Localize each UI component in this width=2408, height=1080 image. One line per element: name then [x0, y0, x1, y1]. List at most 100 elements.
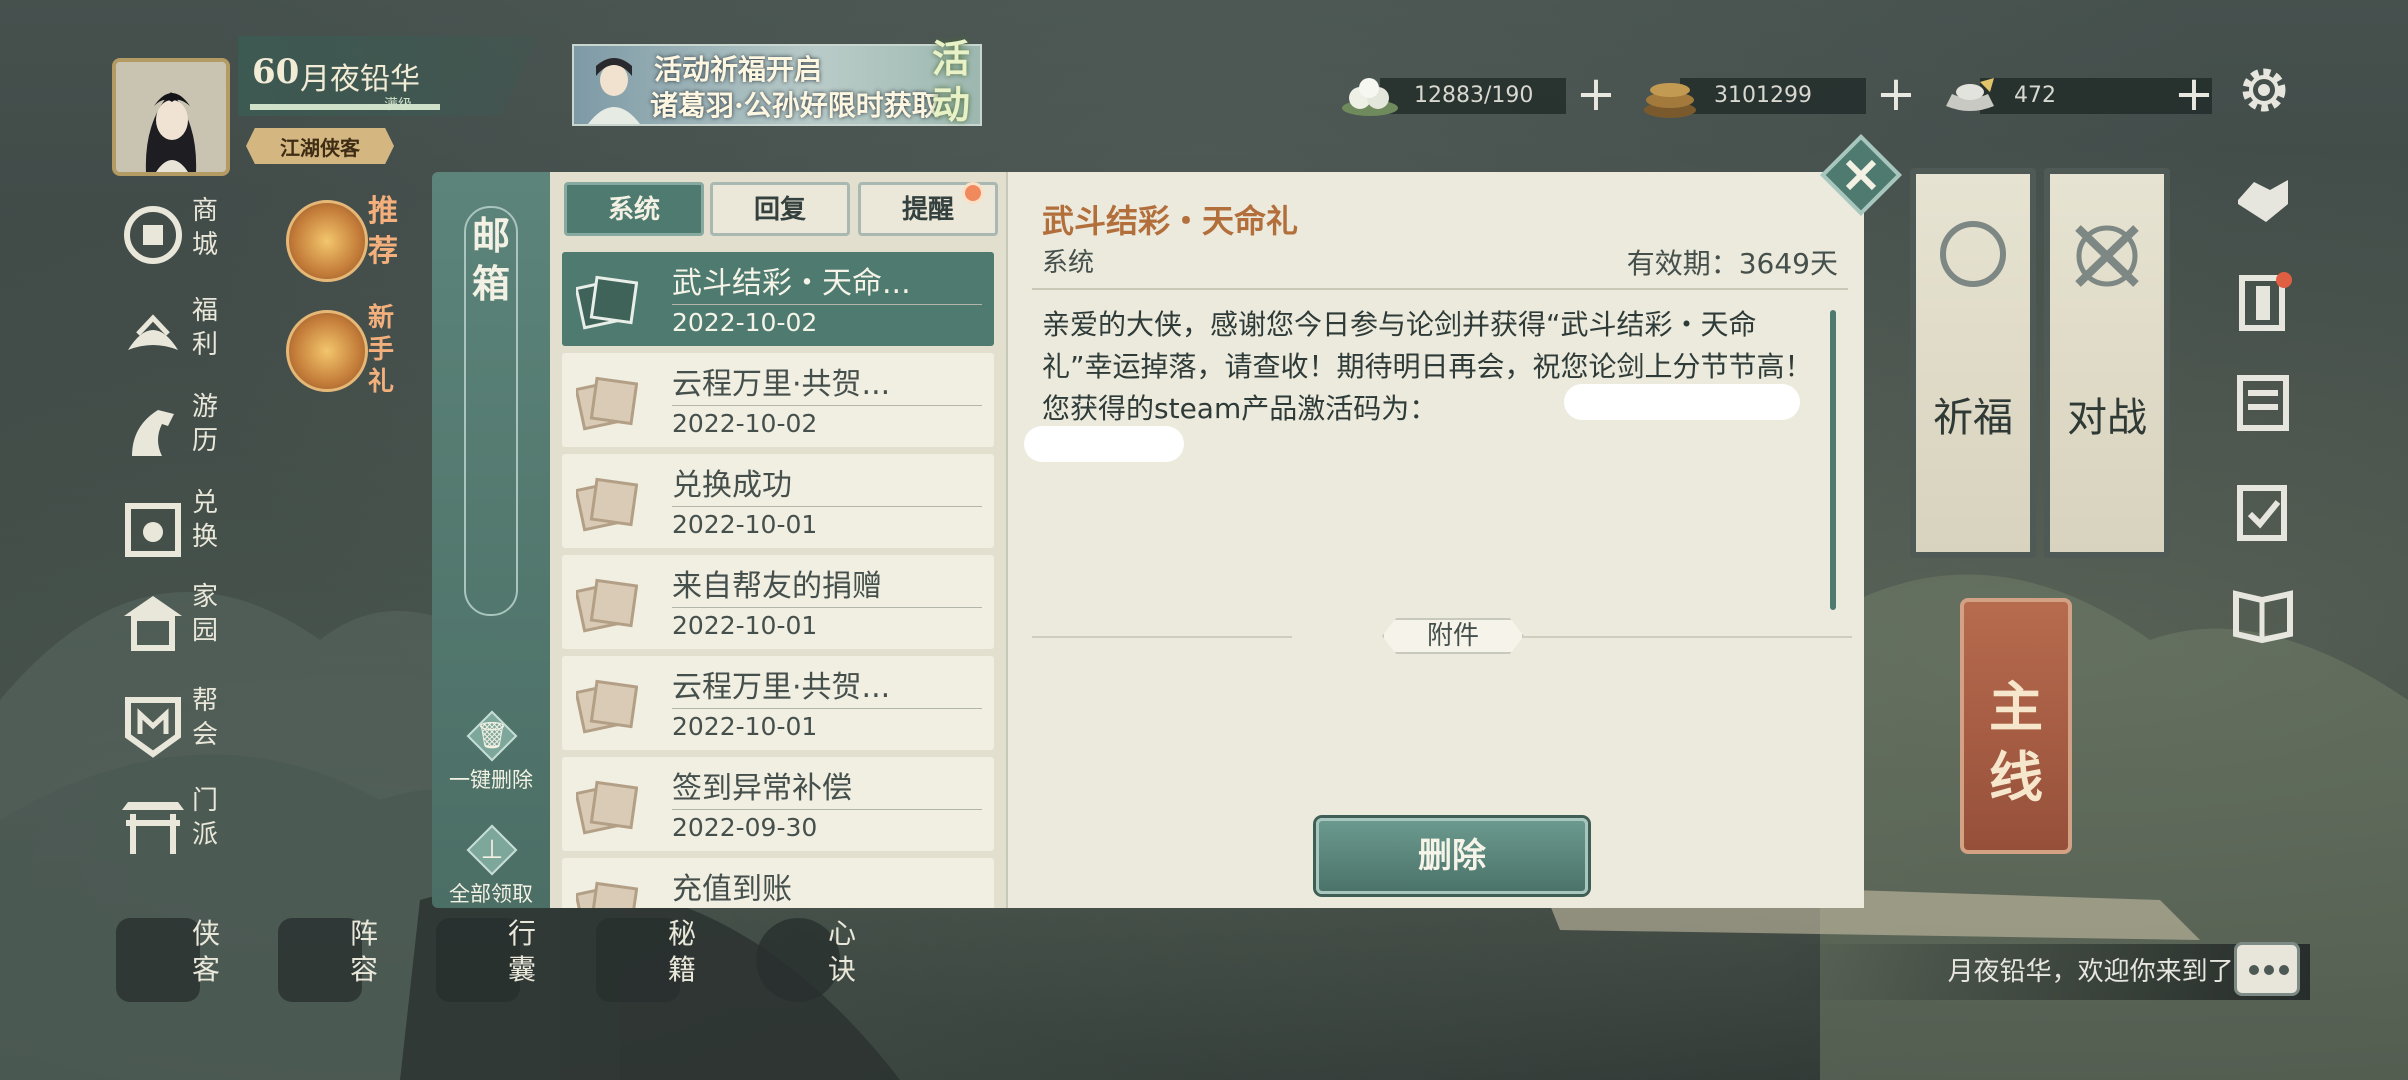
bottom-item-manual[interactable]: 秘籍 — [596, 912, 746, 1002]
sidebar-item-exchange[interactable]: 兑换 — [118, 486, 238, 566]
claim-all-button[interactable]: ⊥ 全部领取 — [432, 824, 550, 922]
mail-date: 2022-09-30 — [672, 813, 818, 842]
player-level: 60 — [252, 52, 300, 92]
sidebar-item-label: 家园 — [192, 582, 219, 646]
tab-system[interactable]: 系统 — [564, 182, 704, 236]
pray-panel[interactable]: 祈福 — [1910, 168, 2036, 558]
bottom-item-label: 秘籍 — [668, 917, 697, 986]
bottom-item-label: 侠客 — [192, 917, 221, 986]
divider — [672, 506, 982, 507]
promo-label: 推荐 — [368, 194, 398, 269]
detail-scrollbar[interactable] — [1830, 310, 1836, 610]
home-icon — [124, 596, 182, 651]
mail-list-panel: 系统 回复 提醒 武斗结彩・天命... 2022-10-02 云程万里·共贺... 2… — [550, 172, 1006, 908]
mail-date: 2022-10-02 — [672, 409, 818, 438]
mail-subject: 签到异常补偿 — [672, 771, 852, 806]
sidebar-item-label: 门派 — [192, 786, 219, 850]
handshake-icon[interactable] — [2230, 164, 2296, 230]
sect-gate-icon — [122, 802, 184, 854]
divider — [1032, 636, 1292, 638]
mail-list-item[interactable]: 云程万里·共贺... 2022-10-01 — [562, 656, 994, 750]
close-icon[interactable] — [1816, 130, 1906, 220]
mail-subject: 兑换成功 — [672, 468, 792, 503]
shop-icon — [124, 206, 182, 264]
claim-icon: ⊥ — [480, 835, 504, 865]
welfare-icon — [128, 314, 178, 350]
promo-newbie-gift[interactable]: 新手礼 — [286, 302, 410, 422]
mail-list-item[interactable]: 兑换成功 2022-10-01 — [562, 454, 994, 548]
battle-panel[interactable]: 对战 — [2044, 168, 2170, 558]
mail-list-item[interactable]: 云程万里·共贺... 2022-10-02 — [562, 353, 994, 447]
sidebar-item-guild[interactable]: 帮会 — [118, 684, 238, 764]
divider — [672, 607, 982, 608]
sidebar-item-shop[interactable]: 商城 — [118, 194, 238, 274]
chat-dot-icon — [2264, 965, 2274, 975]
promo-recommend[interactable]: 推荐 — [286, 192, 410, 292]
scroll-board-icon[interactable] — [2230, 370, 2296, 436]
level-status: 满级 — [384, 97, 412, 113]
mail-list-item[interactable]: 签到异常补偿 2022-09-30 — [562, 757, 994, 851]
sidebar-item-label: 游历 — [192, 392, 219, 456]
delete-button[interactable]: 删除 — [1316, 818, 1588, 894]
mail-subject: 来自帮友的捐赠 — [672, 569, 882, 604]
delete-all-button[interactable]: 🗑 一键删除 — [432, 710, 550, 808]
notification-dot-icon — [962, 182, 984, 204]
currency-stamina-add-button[interactable]: + — [1572, 70, 1620, 120]
guild-icon — [125, 697, 181, 758]
bottom-item-heart-method[interactable]: 心诀 — [756, 912, 906, 1002]
horse-icon — [132, 410, 174, 456]
mail-envelope-icon — [576, 578, 638, 633]
mail-list-item[interactable]: 充值到账 — [562, 858, 994, 908]
promo-label: 新手礼 — [368, 303, 395, 397]
coins-icon — [1644, 83, 1696, 118]
sidebar-item-label: 福利 — [192, 296, 219, 360]
bottom-item-label: 心诀 — [828, 917, 857, 986]
mail-envelope-icon — [576, 679, 638, 734]
divider — [672, 405, 982, 406]
mail-list-item[interactable]: 武斗结彩・天命... 2022-10-02 — [562, 252, 994, 346]
checklist-icon[interactable] — [2230, 478, 2296, 544]
sidebar-item-sect[interactable]: 门派 — [118, 784, 238, 864]
chat-dot-icon — [2249, 965, 2259, 975]
player-title-badge[interactable]: 江湖侠客 — [246, 128, 394, 164]
mailbox-sidebar: 邮箱 🗑 一键删除 ⊥ 全部领取 — [432, 172, 550, 908]
player-avatar[interactable] — [112, 58, 230, 176]
event-character-icon — [588, 58, 640, 124]
trash-icon: 🗑 — [475, 721, 509, 751]
sidebar-item-travel[interactable]: 游历 — [118, 390, 238, 470]
silver-ingot-icon — [1946, 78, 1994, 111]
settings-gear-icon[interactable] — [2236, 62, 2292, 118]
lotus-icon — [286, 200, 368, 282]
mailbox-title: 邮箱 — [472, 213, 511, 306]
battle-label: 对战 — [2067, 395, 2147, 441]
bottom-item-label: 阵容 — [350, 917, 379, 986]
currency-silver-add-button[interactable]: + — [2170, 70, 2218, 120]
divider — [672, 809, 982, 810]
exchange-icon — [125, 503, 181, 557]
currency-silver: 472 + — [1940, 70, 2220, 120]
bottom-item-formation[interactable]: 阵容 — [278, 912, 428, 1002]
mail-date: 2022-10-02 — [672, 308, 818, 337]
redaction-mark — [1024, 426, 1184, 462]
sidebar-item-welfare[interactable]: 福利 — [118, 294, 238, 374]
mail-list-item[interactable]: 来自帮友的捐赠 2022-10-01 — [562, 555, 994, 649]
mail-date: 2022-10-01 — [672, 611, 818, 640]
dumpling-icon — [1342, 78, 1398, 116]
event-banner-line2: 诸葛羽·公孙好限时获取 — [650, 89, 940, 122]
claim-all-label: 全部领取 — [449, 882, 533, 906]
redaction-mark — [1564, 384, 1800, 420]
player-name: 月夜铅华 — [300, 62, 420, 97]
event-banner-line1: 活动祈福开启 — [654, 53, 823, 86]
mail-envelope-icon — [576, 881, 638, 908]
currency-coins-add-button[interactable]: + — [1872, 70, 1920, 120]
mail-detail-panel: 武斗结彩・天命礼 系统 有效期：3649天 亲爱的大侠，感谢您今日参与论剑并获得… — [1006, 172, 1864, 908]
divider — [1032, 288, 1848, 290]
chat-button[interactable] — [2234, 942, 2300, 996]
mainline-button[interactable]: 主线 — [1960, 598, 2072, 854]
bottom-item-hero[interactable]: 侠客 — [116, 912, 266, 1002]
bottom-item-bag[interactable]: 行囊 — [436, 912, 586, 1002]
door-icon[interactable] — [2230, 268, 2296, 334]
sidebar-item-home[interactable]: 家园 — [118, 580, 238, 660]
tab-reply[interactable]: 回复 — [710, 182, 850, 236]
open-book-icon[interactable] — [2230, 580, 2296, 646]
